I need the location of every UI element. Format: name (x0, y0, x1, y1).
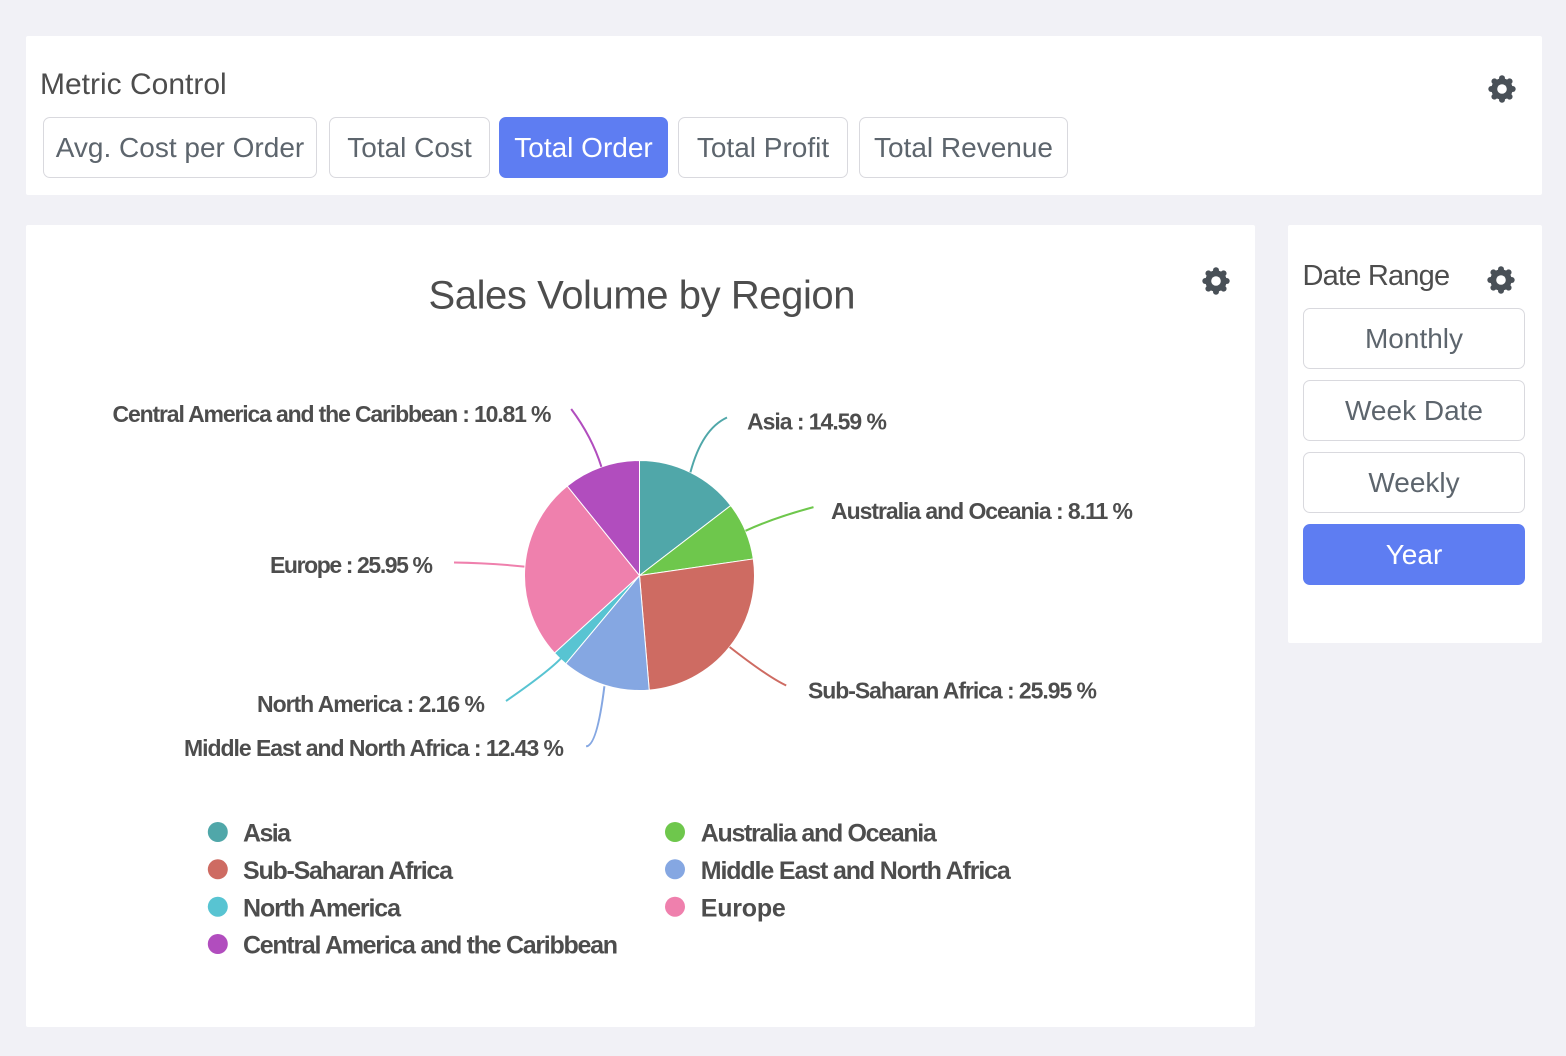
svg-text:Sales Volume by Region: Sales Volume by Region (429, 274, 856, 318)
svg-text:Middle East and North Africa :: Middle East and North Africa : 12.43 % (184, 735, 564, 761)
svg-text:Europe: Europe (701, 894, 786, 922)
svg-text:Asia : 14.59 %: Asia : 14.59 % (747, 409, 887, 435)
svg-text:Australia and Oceania : 8.11 %: Australia and Oceania : 8.11 % (831, 498, 1133, 524)
svg-text:Middle East and North Africa: Middle East and North Africa (701, 857, 1012, 885)
svg-text:Europe : 25.95 %: Europe : 25.95 % (270, 552, 433, 578)
svg-text:Central America and the Caribb: Central America and the Caribbean (243, 932, 618, 960)
svg-text:North America : 2.16 %: North America : 2.16 % (257, 691, 485, 717)
svg-text:Sub-Saharan Africa : 25.95 %: Sub-Saharan Africa : 25.95 % (808, 677, 1097, 703)
svg-text:Asia: Asia (243, 820, 292, 848)
svg-text:Australia and Oceania: Australia and Oceania (701, 820, 938, 848)
svg-text:Sub-Saharan Africa: Sub-Saharan Africa (243, 857, 454, 885)
svg-text:Central America and the Caribb: Central America and the Caribbean : 10.8… (113, 401, 552, 427)
svg-text:North America: North America (243, 894, 402, 922)
